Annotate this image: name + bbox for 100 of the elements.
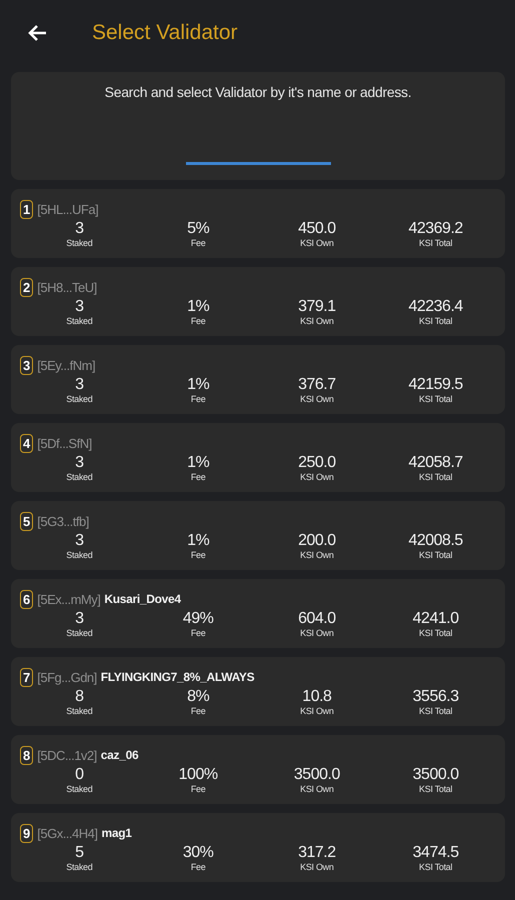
stat-value: 4241.0: [412, 610, 459, 628]
stat-label: KSI Own: [300, 706, 334, 716]
stat-value: 317.2: [298, 844, 336, 862]
stat-label: KSI Total: [419, 784, 452, 794]
rank-badge: 4: [20, 434, 34, 452]
rank-badge: 6: [20, 590, 34, 608]
stat-value: 3556.3: [412, 688, 459, 706]
stat-value: 3500.0: [412, 766, 459, 784]
stat-label: KSI Own: [300, 394, 334, 404]
stat-label: Staked: [66, 784, 92, 794]
search-hint: Search and select Validator by it's name or address.: [104, 84, 412, 100]
stat-value: 3: [75, 610, 84, 628]
stat-label: Fee: [190, 706, 206, 716]
stat-value: 1%: [187, 454, 210, 472]
stat-label: Fee: [190, 550, 206, 560]
stat-value: 1%: [187, 532, 210, 550]
stat-label: Staked: [66, 316, 92, 326]
stat-value: 8: [75, 688, 84, 706]
stat-value: 3474.5: [412, 844, 459, 862]
validator-address: [5Ex...mMy]: [37, 592, 100, 606]
stat-label: KSI Total: [419, 472, 452, 482]
stat-label: KSI Own: [300, 472, 334, 482]
stat-label: Staked: [66, 394, 92, 404]
stat-value: 250.0: [298, 454, 336, 472]
validator-name: mag1: [101, 826, 132, 840]
stat-label: Fee: [190, 238, 206, 248]
validator-card[interactable]: 3 [5Ey...fNm] 3 Staked 1% Fee 376.7 KSI Own 42159.5 KSI Total: [11, 345, 505, 414]
stat-label: KSI Own: [300, 862, 334, 872]
stat-value: 49%: [182, 610, 214, 628]
stat-label: KSI Own: [300, 550, 334, 560]
stat-label: Fee: [190, 628, 206, 638]
stat-value: 3: [75, 220, 84, 238]
stat-value: 450.0: [298, 220, 336, 238]
validator-address: [5Fg...Gdn]: [37, 670, 97, 684]
stat-label: KSI Own: [300, 238, 334, 248]
stat-value: 3: [75, 532, 84, 550]
stat-value: 200.0: [298, 532, 336, 550]
validator-address: [5Gx...4H4]: [37, 826, 98, 840]
stat-value: 30%: [182, 844, 214, 862]
validator-address: [5DC...1v2]: [37, 748, 97, 762]
stat-label: KSI Own: [300, 316, 334, 326]
rank-badge: 2: [20, 278, 34, 296]
stat-label: KSI Own: [300, 628, 334, 638]
stat-value: 10.8: [302, 688, 332, 706]
rank-badge: 1: [20, 200, 34, 218]
stat-label: Fee: [190, 472, 206, 482]
stat-label: Staked: [66, 706, 92, 716]
stat-value: 42369.2: [408, 220, 463, 238]
validator-address: [5Df...SfN]: [37, 436, 92, 450]
stat-label: Fee: [190, 784, 206, 794]
stat-label: Staked: [66, 238, 92, 248]
stat-label: KSI Total: [419, 706, 452, 716]
stat-label: Fee: [190, 862, 206, 872]
validator-address: [5G3...tfb]: [37, 514, 89, 528]
stat-value: 42236.4: [408, 298, 463, 316]
validator-name: Kusari_Dove4: [104, 592, 181, 606]
stat-value: 3: [75, 298, 84, 316]
stat-value: 42058.7: [408, 454, 463, 472]
validator-card[interactable]: 8 [5DC...1v2] caz_06 0 Staked 100% Fee 3500.0 KSI Own 3500.0 KSI Total: [11, 735, 505, 804]
stat-label: KSI Own: [300, 784, 334, 794]
validator-card[interactable]: 9 [5Gx...4H4] mag1 5 Staked 30% Fee 317.2 KSI Own 3474.5 KSI Total: [11, 813, 505, 882]
stat-label: KSI Total: [419, 628, 452, 638]
stat-value: 0: [75, 766, 84, 784]
stat-value: 379.1: [298, 298, 336, 316]
stat-value: 604.0: [298, 610, 336, 628]
validator-name: caz_06: [100, 748, 138, 762]
validator-name: FLYINGKING7_8%_ALWAYS: [100, 670, 254, 684]
stat-label: KSI Total: [419, 238, 452, 248]
stat-value: 3: [75, 454, 84, 472]
rank-badge: 3: [20, 356, 34, 374]
stat-value: 8%: [187, 688, 210, 706]
stat-label: Fee: [190, 316, 206, 326]
validator-card[interactable]: 7 [5Fg...Gdn] FLYINGKING7_8%_ALWAYS 8 Staked 8% Fee 10.8 KSI Own 3556.3 KSI Total: [11, 657, 505, 726]
validator-card[interactable]: 6 [5Ex...mMy] Kusari_Dove4 3 Staked 49% Fee 604.0 KSI Own 4241.0 KSI Total: [11, 579, 505, 648]
stat-value: 5%: [187, 220, 210, 238]
stat-value: 5: [75, 844, 84, 862]
validator-card[interactable]: 4 [5Df...SfN] 3 Staked 1% Fee 250.0 KSI Own 42058.7 KSI Total: [11, 423, 505, 492]
stat-value: 1%: [187, 376, 210, 394]
validator-address: [5HL...UFa]: [37, 202, 98, 216]
rank-badge: 5: [20, 512, 34, 530]
validator-card[interactable]: 2 [5H8...TeU] 3 Staked 1% Fee 379.1 KSI Own 42236.4 KSI Total: [11, 267, 505, 336]
stat-value: 3: [75, 376, 84, 394]
stat-label: Fee: [190, 394, 206, 404]
stat-value: 376.7: [298, 376, 336, 394]
stat-label: Staked: [66, 550, 92, 560]
validator-card[interactable]: 1 [5HL...UFa] 3 Staked 5% Fee 450.0 KSI Own 42369.2 KSI Total: [11, 189, 505, 258]
validator-address: [5H8...TeU]: [37, 280, 97, 294]
stat-label: Staked: [66, 628, 92, 638]
rank-badge: 9: [20, 824, 34, 842]
stat-value: 100%: [178, 766, 218, 784]
stat-label: Staked: [66, 862, 92, 872]
screen-title: Select Validator: [92, 21, 238, 45]
stat-label: KSI Total: [419, 394, 452, 404]
validator-card[interactable]: 5 [5G3...tfb] 3 Staked 1% Fee 200.0 KSI Own 42008.5 KSI Total: [11, 501, 505, 570]
stat-value: 1%: [187, 298, 210, 316]
stat-label: KSI Total: [419, 550, 452, 560]
validator-address: [5Ey...fNm]: [37, 358, 96, 372]
rank-badge: 7: [20, 668, 34, 686]
stat-label: KSI Total: [419, 316, 452, 326]
stat-label: KSI Total: [419, 862, 452, 872]
